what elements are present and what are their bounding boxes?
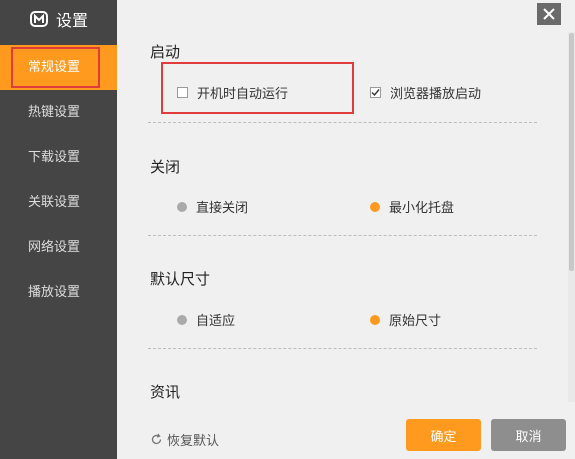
close-direct-label: 直接关闭 bbox=[196, 201, 249, 216]
restore-defaults-link[interactable]: 恢复默认 bbox=[150, 430, 219, 449]
scrollbar-thumb[interactable] bbox=[569, 33, 574, 271]
option-size-adaptive[interactable]: 自适应 bbox=[177, 310, 235, 329]
minimize-tray-radio[interactable] bbox=[370, 201, 380, 212]
divider bbox=[148, 348, 537, 349]
minimize-tray-label: 最小化托盘 bbox=[389, 201, 455, 216]
autostart-checkbox[interactable] bbox=[177, 87, 188, 98]
cancel-button[interactable]: 取消 bbox=[491, 419, 566, 451]
divider bbox=[148, 235, 537, 236]
size-adaptive-radio[interactable] bbox=[177, 314, 187, 325]
sidebar-item-general[interactable]: 常规设置 bbox=[0, 45, 117, 90]
option-close-direct[interactable]: 直接关闭 bbox=[177, 197, 248, 216]
app-brand: 设置 bbox=[30, 8, 88, 30]
sidebar-item-hotkeys[interactable]: 热键设置 bbox=[0, 90, 117, 135]
size-adaptive-label: 自适应 bbox=[196, 314, 236, 329]
option-autostart[interactable]: 开机时自动运行 bbox=[177, 83, 288, 102]
option-size-original[interactable]: 原始尺寸 bbox=[370, 310, 441, 329]
size-original-label: 原始尺寸 bbox=[389, 314, 442, 329]
checkmark-icon bbox=[371, 89, 380, 97]
browser-launch-label: 浏览器播放启动 bbox=[390, 87, 482, 102]
restore-defaults-label: 恢复默认 bbox=[167, 434, 220, 449]
sidebar-item-network[interactable]: 网络设置 bbox=[0, 225, 117, 270]
option-minimize-tray[interactable]: 最小化托盘 bbox=[370, 197, 454, 216]
settings-content: 启动 开机时自动运行 浏览器播放启动 关闭 直接关闭 最小化托盘 默认尺寸 自适… bbox=[117, 0, 567, 405]
close-direct-radio[interactable] bbox=[177, 201, 187, 212]
app-logo-icon bbox=[30, 11, 48, 27]
section-title-size: 默认尺寸 bbox=[150, 270, 211, 288]
section-title-news: 资讯 bbox=[150, 383, 181, 401]
sidebar-item-association[interactable]: 关联设置 bbox=[0, 180, 117, 225]
settings-window: 设置 常规设置 热键设置 下载设置 关联设置 网络设置 播放设置 启动 开机时自… bbox=[0, 0, 575, 459]
divider bbox=[148, 122, 537, 123]
app-title: 设置 bbox=[56, 11, 89, 30]
autostart-label: 开机时自动运行 bbox=[197, 87, 289, 102]
refresh-icon bbox=[151, 433, 162, 445]
sidebar-item-download[interactable]: 下载设置 bbox=[0, 135, 117, 180]
browser-launch-checkbox[interactable] bbox=[370, 87, 381, 98]
option-browser-launch[interactable]: 浏览器播放启动 bbox=[370, 83, 481, 102]
ok-button[interactable]: 确定 bbox=[406, 419, 481, 451]
footer-bar: 恢复默认 确定 取消 bbox=[117, 405, 575, 459]
size-original-radio[interactable] bbox=[370, 314, 380, 325]
sidebar: 设置 常规设置 热键设置 下载设置 关联设置 网络设置 播放设置 bbox=[0, 0, 117, 459]
section-title-startup: 启动 bbox=[150, 43, 181, 61]
sidebar-item-playback[interactable]: 播放设置 bbox=[0, 270, 117, 315]
section-title-close: 关闭 bbox=[150, 158, 181, 176]
